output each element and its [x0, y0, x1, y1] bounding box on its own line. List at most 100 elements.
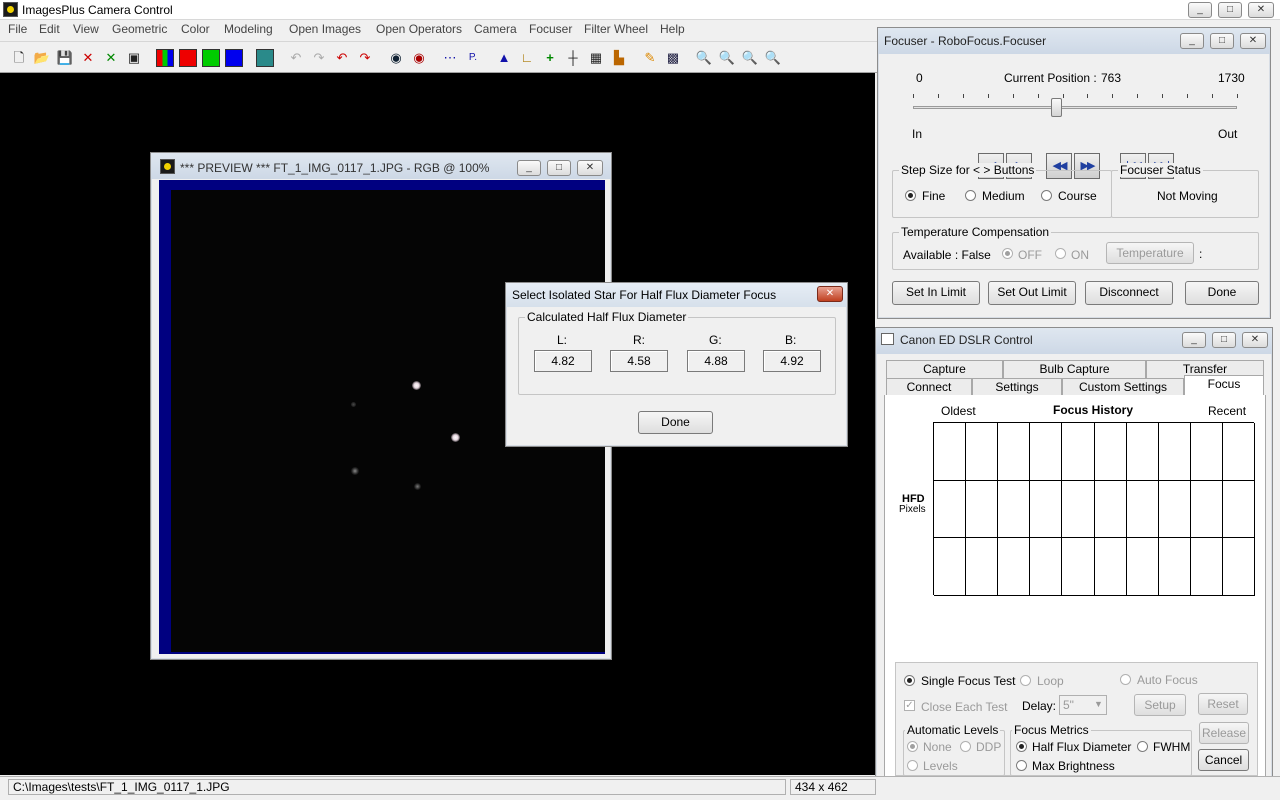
history-cell — [1095, 481, 1127, 538]
menu-camera[interactable]: Camera — [474, 22, 517, 36]
window-icon[interactable]: ▣ — [125, 49, 143, 67]
pattern-icon[interactable]: ▩ — [664, 49, 682, 67]
levels-none-radio[interactable] — [907, 741, 918, 752]
position-slider[interactable] — [913, 93, 1238, 117]
history-cell — [1095, 423, 1127, 481]
auto-focus-radio[interactable] — [1120, 674, 1131, 685]
canon-maximize-button[interactable]: □ — [1212, 332, 1236, 348]
zoom-in-icon[interactable]: 🔍 — [695, 49, 713, 67]
dots-icon[interactable]: ⋯ — [441, 49, 459, 67]
tab-connect[interactable]: Connect — [886, 378, 972, 396]
star[interactable] — [351, 402, 356, 407]
hfd-done-button[interactable]: Done — [638, 411, 713, 434]
save-icon[interactable]: 💾 — [56, 49, 74, 67]
disconnect-button[interactable]: Disconnect — [1085, 281, 1173, 305]
menu-help[interactable]: Help — [660, 22, 685, 36]
cancel-button[interactable]: Cancel — [1198, 749, 1249, 771]
slider-thumb[interactable] — [1051, 98, 1062, 117]
tab-custom-settings[interactable]: Custom Settings — [1062, 378, 1184, 396]
crosshair-icon[interactable]: ┼ — [564, 49, 582, 67]
menu-geometric[interactable]: Geometric — [112, 22, 167, 36]
preview-close-button[interactable]: ✕ — [577, 160, 603, 176]
red-channel-icon[interactable] — [179, 49, 197, 67]
menu-file[interactable]: File — [8, 22, 27, 36]
preview-minimize-button[interactable]: _ — [517, 160, 541, 176]
preview-maximize-button[interactable]: □ — [547, 160, 571, 176]
tab-focus[interactable]: Focus — [1184, 375, 1264, 395]
star[interactable] — [351, 467, 359, 475]
menu-edit[interactable]: Edit — [39, 22, 60, 36]
hfd-close-button[interactable]: ✕ — [817, 286, 843, 302]
grid-icon[interactable] — [256, 49, 274, 67]
levels-ddp-radio[interactable] — [960, 741, 971, 752]
open-icon[interactable]: 📂 — [33, 49, 51, 67]
close-each-checkbox[interactable]: ✓ — [904, 700, 915, 711]
zoom-fit-icon[interactable]: 🔍 — [741, 49, 759, 67]
zoom-icon[interactable]: 🔍 — [764, 49, 782, 67]
redo-icon[interactable]: ↷ — [356, 49, 374, 67]
menu-view[interactable]: View — [73, 22, 99, 36]
set-out-limit-button[interactable]: Set Out Limit — [988, 281, 1076, 305]
canon-minimize-button[interactable]: _ — [1182, 332, 1206, 348]
menu-open-operators[interactable]: Open Operators — [376, 22, 462, 36]
star[interactable] — [414, 483, 421, 490]
menu-color[interactable]: Color — [181, 22, 210, 36]
levels-icon[interactable]: ∟ — [518, 49, 536, 67]
focuser-done-button[interactable]: Done — [1185, 281, 1259, 305]
star[interactable] — [412, 381, 421, 390]
delay-select[interactable]: 5" ▼ — [1059, 695, 1107, 715]
chart-icon[interactable]: ▙ — [610, 49, 628, 67]
close-x-icon[interactable]: ✕ — [79, 49, 97, 67]
pencil-icon[interactable]: ✎ — [641, 49, 659, 67]
set-in-limit-button[interactable]: Set In Limit — [892, 281, 980, 305]
green-channel-icon[interactable] — [202, 49, 220, 67]
status-dimensions: 434 x 462 — [790, 779, 876, 795]
reset-button[interactable]: Reset — [1198, 693, 1248, 715]
release-button[interactable]: Release — [1199, 722, 1249, 744]
loop-radio[interactable] — [1020, 675, 1031, 686]
zoom-out-icon[interactable]: 🔍 — [718, 49, 736, 67]
focuser-maximize-button[interactable]: □ — [1210, 33, 1234, 49]
single-focus-radio[interactable] — [904, 675, 915, 686]
step-medium-radio[interactable] — [965, 190, 976, 201]
tab-capture[interactable]: Capture — [886, 360, 1003, 378]
temp-off-radio[interactable] — [1002, 248, 1013, 259]
circle-red-icon[interactable]: ◉ — [410, 49, 428, 67]
plus-green-icon[interactable]: + — [541, 49, 559, 67]
close-button[interactable]: ✕ — [1248, 2, 1274, 18]
temp-on-radio[interactable] — [1055, 248, 1066, 259]
circle-icon[interactable]: ◉ — [387, 49, 405, 67]
metric-fwhm-radio[interactable] — [1137, 741, 1148, 752]
new-icon[interactable]: 🗋 — [10, 49, 28, 67]
menu-open-images[interactable]: Open Images — [289, 22, 361, 36]
rgb-icon[interactable] — [156, 49, 174, 67]
green-x-icon[interactable]: ✕ — [102, 49, 120, 67]
minimize-button[interactable]: _ — [1188, 2, 1212, 18]
single-focus-label: Single Focus Test — [921, 674, 1016, 688]
calculator-icon[interactable]: ▦ — [587, 49, 605, 67]
metric-max-radio[interactable] — [1016, 760, 1027, 771]
menu-focuser[interactable]: Focuser — [529, 22, 572, 36]
history-cell — [966, 423, 998, 481]
histogram-icon[interactable]: ▲ — [495, 49, 513, 67]
step-fine-radio[interactable] — [905, 190, 916, 201]
metric-hfd-radio[interactable] — [1016, 741, 1027, 752]
focuser-minimize-button[interactable]: _ — [1180, 33, 1204, 49]
blue-channel-icon[interactable] — [225, 49, 243, 67]
canon-close-button[interactable]: ✕ — [1242, 332, 1268, 348]
p-icon[interactable]: P. — [464, 49, 482, 67]
menu-filter-wheel[interactable]: Filter Wheel — [584, 22, 648, 36]
tab-bulb-capture[interactable]: Bulb Capture — [1003, 360, 1146, 378]
slider-tick — [988, 94, 989, 98]
tab-settings[interactable]: Settings — [972, 378, 1062, 396]
menu-modeling[interactable]: Modeling — [224, 22, 273, 36]
levels-levels-radio[interactable] — [907, 760, 918, 771]
setup-button[interactable]: Setup — [1134, 694, 1186, 716]
maximize-button[interactable]: □ — [1218, 2, 1242, 18]
focuser-close-button[interactable]: ✕ — [1240, 33, 1266, 49]
step-course-radio[interactable] — [1041, 190, 1052, 201]
star[interactable] — [451, 433, 460, 442]
position-label: Current Position : — [1004, 71, 1097, 85]
temperature-button[interactable]: Temperature — [1106, 242, 1194, 264]
undo-icon[interactable]: ↶ — [333, 49, 351, 67]
